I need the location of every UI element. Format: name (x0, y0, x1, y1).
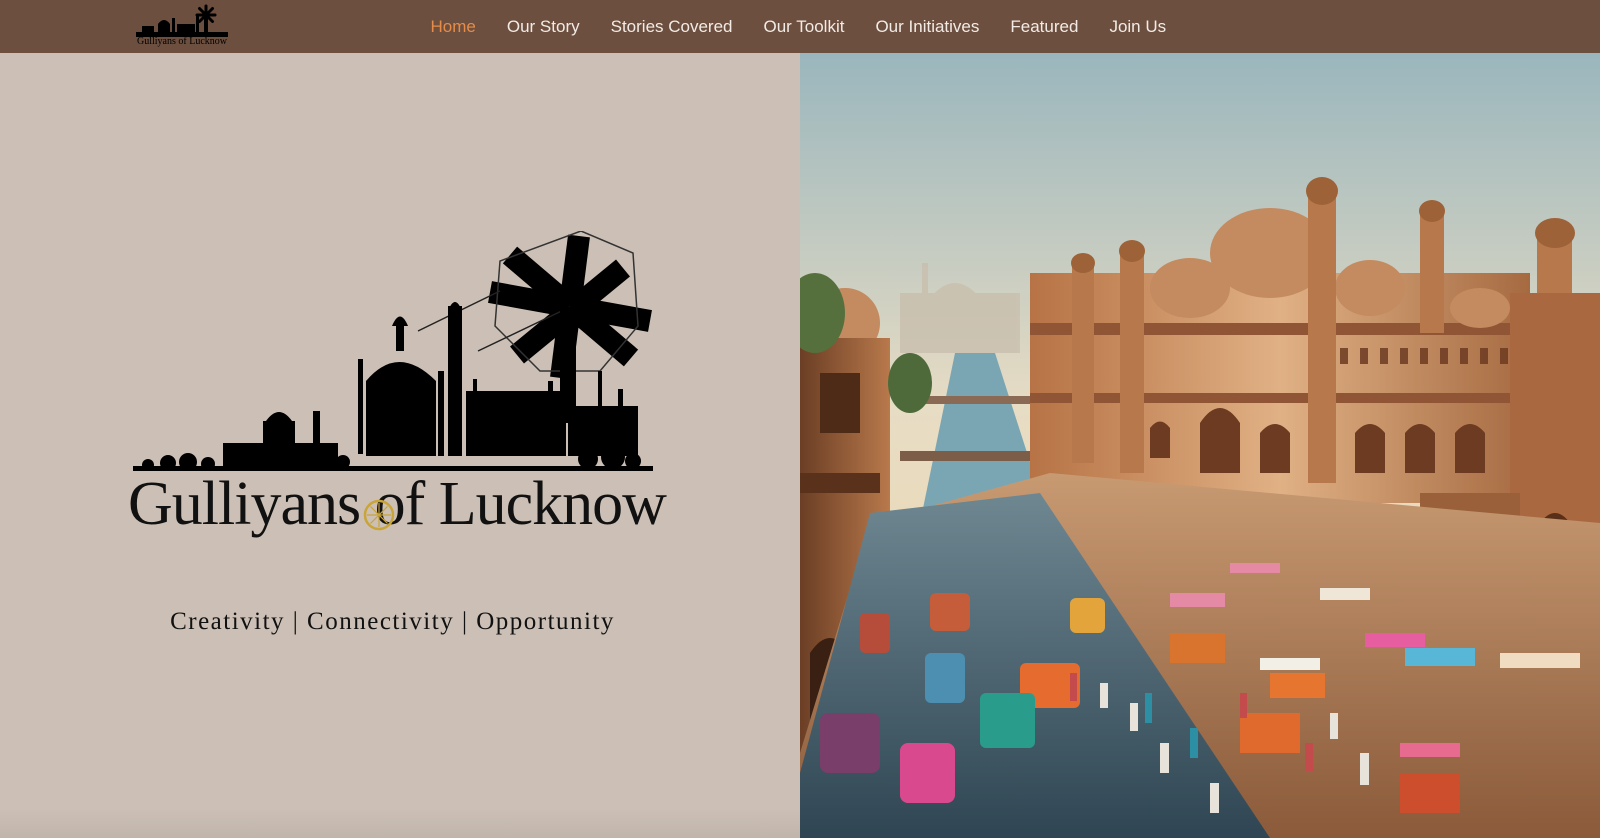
nav-our-toolkit[interactable]: Our Toolkit (748, 17, 860, 37)
nav-our-initiatives[interactable]: Our Initiatives (860, 17, 995, 37)
nav-stories-covered[interactable]: Stories Covered (595, 17, 748, 37)
nav-our-story[interactable]: Our Story (491, 17, 595, 37)
hero-title: Gulliyans of Lucknow (128, 470, 667, 538)
nav-featured[interactable]: Featured (995, 17, 1094, 37)
golden-wheel-icon (363, 499, 395, 531)
site-logo[interactable]: Gulliyans of Lucknow (136, 2, 228, 48)
logo-wordmark: Gulliyans of Lucknow (137, 36, 227, 47)
hero-tagline: Creativity | Connectivity | Opportunity (170, 608, 615, 635)
hero-image (800, 53, 1600, 838)
top-navbar: Gulliyans of Lucknow Home Our Story Stor… (0, 0, 1600, 53)
nav-join-us[interactable]: Join Us (1094, 17, 1182, 37)
main-nav: Home Our Story Stories Covered Our Toolk… (415, 0, 1182, 53)
nav-home[interactable]: Home (415, 17, 491, 37)
lucknow-street-scene-image (800, 53, 1600, 838)
hero-brand-panel: Gulliyans of Lucknow Creativity | Connec… (0, 53, 800, 838)
skyline-charkha-icon (136, 4, 228, 37)
